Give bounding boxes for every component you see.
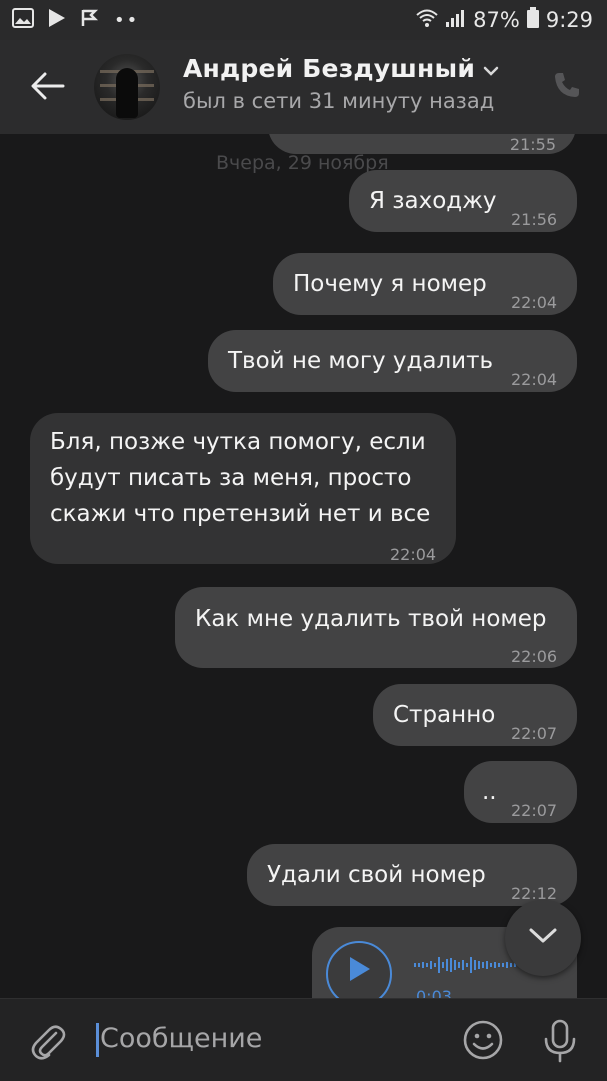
message-bubble-outgoing[interactable]: Почему я номер 22:04 [273,253,577,315]
chevron-down-icon [528,927,558,949]
message-text: Почему я номер [293,271,487,297]
message-time: 22:04 [390,545,437,564]
emoji-icon[interactable] [462,1019,504,1065]
date-separator: Вчера, 29 ноября [216,152,389,174]
message-bubble-outgoing[interactable]: Удали свой номер 22:12 [247,844,577,906]
message-bubble-outgoing[interactable]: Я заходжу 21:56 [349,170,577,232]
chevron-down-icon [483,54,499,83]
message-list[interactable]: 21:55 Вчера, 29 ноября Я заходжу 21:56 П… [0,134,607,998]
battery-icon [526,6,540,34]
message-bubble-outgoing[interactable]: 21:55 [268,134,576,154]
message-time: 22:07 [511,801,558,820]
last-seen-status: был в сети 31 минуту назад [183,89,495,113]
message-time: 22:04 [511,293,558,312]
message-time: 22:06 [511,647,558,666]
gallery-icon [12,8,34,32]
message-text: Бля, позже чутка помогу, если будут писа… [50,429,431,527]
paperclip-icon[interactable] [30,1021,66,1065]
message-text: Странно [393,702,496,728]
message-input[interactable]: Сообщение [100,1023,262,1054]
back-button[interactable] [28,68,68,108]
play-store-icon [48,8,66,32]
message-time: 21:56 [511,210,558,229]
message-composer: Сообщение [0,998,607,1081]
call-button[interactable] [552,70,582,104]
microphone-icon[interactable] [542,1019,578,1067]
clock: 9:29 [545,8,593,32]
contact-info[interactable]: Андрей Бездушный был в сети 31 минуту на… [183,54,499,113]
play-icon [346,955,372,994]
message-text: Я заходжу [369,188,497,214]
check-flag-icon [80,8,100,32]
signal-icon [445,8,467,33]
message-bubble-incoming[interactable]: Бля, позже чутка помогу, если будут писа… [30,413,456,564]
message-bubble-outgoing[interactable]: .. 22:07 [464,761,577,823]
phone-icon [552,73,582,104]
voice-play-button[interactable] [326,941,392,998]
contact-name-row: Андрей Бездушный [183,54,499,83]
message-time: 22:07 [511,724,558,743]
chat-header: Андрей Бездушный был в сети 31 минуту на… [0,40,607,134]
voice-duration: 0:03 [416,987,452,998]
message-bubble-outgoing[interactable]: Как мне удалить твой номер 22:06 [175,587,577,668]
message-time: 22:04 [511,370,558,389]
contact-name: Андрей Бездушный [183,54,476,83]
message-time: 21:55 [509,135,556,154]
message-bubble-outgoing[interactable]: Странно 22:07 [373,684,577,746]
message-text: Удали свой номер [267,862,486,888]
message-text: .. [482,779,497,805]
status-bar: •• 87% 9:29 [0,0,607,40]
message-bubble-outgoing[interactable]: Твой не могу удалить 22:04 [208,330,577,392]
avatar[interactable] [94,54,160,120]
battery-percent: 87% [473,8,520,32]
back-arrow-icon [31,72,65,104]
message-text: Твой не могу удалить [228,348,494,374]
message-text: Как мне удалить твой номер [195,606,547,632]
text-caret [96,1023,99,1057]
wifi-icon [415,8,439,33]
more-dots-icon: •• [114,9,140,31]
scroll-down-button[interactable] [505,900,581,976]
